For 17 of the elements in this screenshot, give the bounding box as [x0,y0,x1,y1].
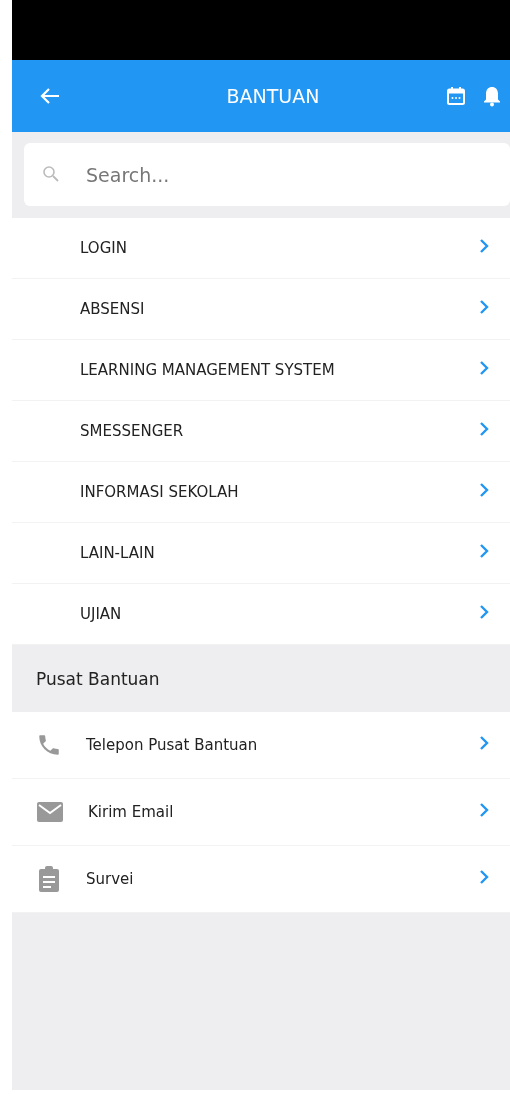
topic-item[interactable]: LAIN-LAIN [12,523,510,584]
section-heading: Pusat Bantuan [36,668,160,689]
search-field[interactable]: Search... [24,143,510,206]
topic-item[interactable]: UJIAN [12,584,510,645]
topic-item[interactable]: INFORMASI SEKOLAH [12,462,510,523]
screen-title: BANTUAN [225,85,321,107]
topic-item[interactable]: ABSENSI [12,279,510,340]
mail-icon [36,801,64,823]
search-icon [42,165,60,183]
topic-item[interactable]: SMESSENGER [12,401,510,462]
topic-item[interactable]: LEARNING MANAGEMENT SYSTEM [12,340,510,401]
help-item[interactable]: Kirim Email [12,779,510,846]
phone-icon [36,732,62,758]
topic-item[interactable]: LOGIN [12,218,510,279]
help-item[interactable]: Telepon Pusat Bantuan [12,712,510,779]
help-item[interactable]: Survei [12,846,510,913]
clipboard-icon [36,865,62,893]
